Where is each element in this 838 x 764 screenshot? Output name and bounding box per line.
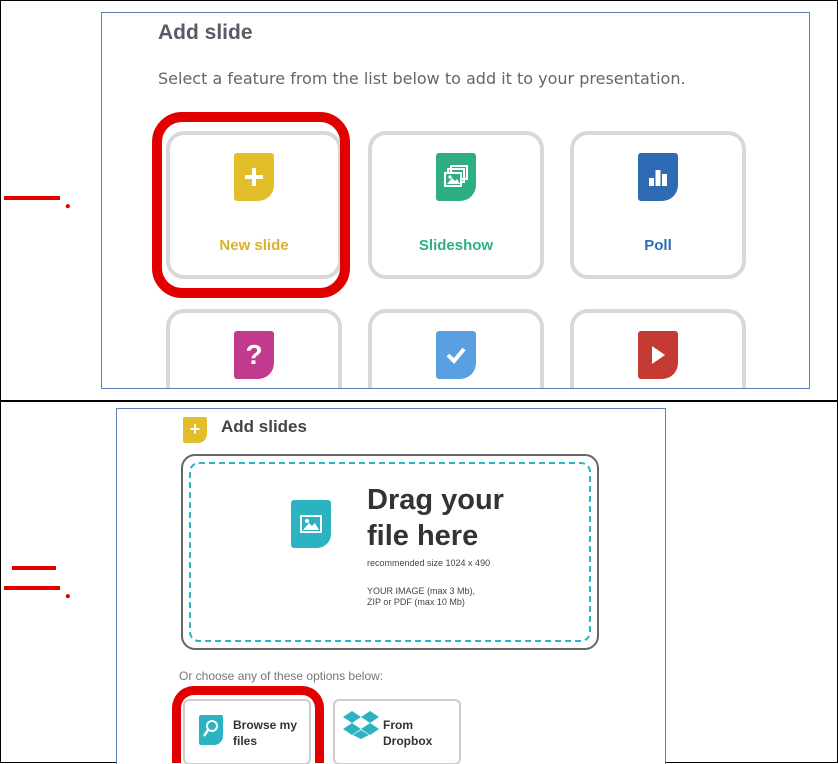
slideshow-icon <box>436 153 476 201</box>
file-limits-line2: ZIP or PDF (max 10 Mb) <box>367 597 465 607</box>
step-1-glyph: 一 <box>4 196 60 200</box>
dropbox-icon <box>343 709 379 739</box>
step-2-glyph: 二 <box>12 566 56 570</box>
dropbox-label-line2: Dropbox <box>383 734 433 748</box>
panel-title: Add slide <box>158 21 253 44</box>
file-drop-zone[interactable]: Drag your file here recommended size 102… <box>181 454 599 650</box>
file-limits-line1: YOUR IMAGE (max 3 Mb), <box>367 586 476 596</box>
check-card[interactable] <box>368 309 544 388</box>
slideshow-card[interactable]: Slideshow <box>368 131 544 279</box>
video-card[interactable] <box>570 309 746 388</box>
file-limits-text: YOUR IMAGE (max 3 Mb), ZIP or PDF (max 1… <box>367 586 475 608</box>
drop-heading-line1: Drag your <box>367 484 504 516</box>
poll-card[interactable]: Poll <box>570 131 746 279</box>
row-divider <box>0 400 838 402</box>
quiz-icon: ? <box>234 331 274 379</box>
quiz-card[interactable]: ? <box>166 309 342 388</box>
panel-title: Add slides <box>221 417 307 436</box>
dropbox-label: From Dropbox <box>383 717 432 749</box>
browse-files-highlight <box>172 686 324 763</box>
drop-heading: Drag your file here <box>367 482 504 554</box>
poll-label: Poll <box>644 237 672 254</box>
slideshow-label: Slideshow <box>418 237 494 254</box>
recommended-size-text: recommended size 1024 x 490 <box>367 558 491 568</box>
options-hint: Or choose any of these options below: <box>179 669 384 683</box>
drop-heading-line2: file here <box>367 520 479 552</box>
dropbox-button[interactable]: From Dropbox <box>333 699 461 764</box>
poll-icon <box>638 153 678 201</box>
step-2-glyph-lower <box>4 586 60 590</box>
add-slides-icon: + <box>183 417 207 443</box>
panel-subtitle: Select a feature from the list below to … <box>158 69 686 88</box>
image-file-icon <box>291 500 331 548</box>
dropbox-label-line1: From <box>383 718 413 732</box>
step-1-dot: . <box>64 188 72 214</box>
new-slide-highlight <box>152 112 350 298</box>
check-icon <box>436 331 476 379</box>
step-2-dot: . <box>64 578 72 604</box>
video-icon <box>638 331 678 379</box>
